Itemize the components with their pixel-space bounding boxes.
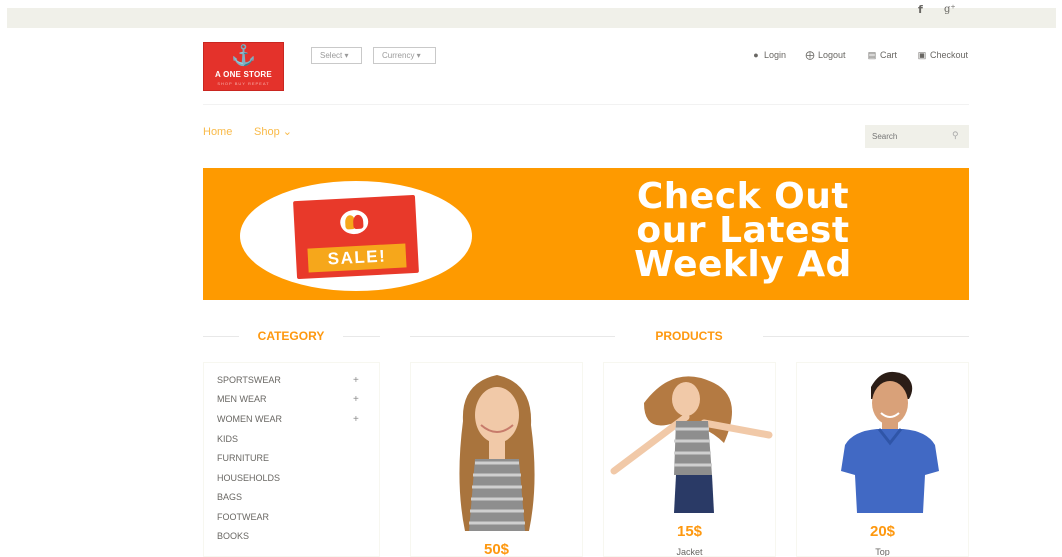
search-icon[interactable]: ⚲: [952, 130, 959, 141]
checkout-label: Checkout: [930, 50, 969, 60]
category-line-right: [343, 336, 380, 337]
headline-line-3: Weekly Ad: [634, 244, 852, 285]
google-plus-icon[interactable]: g⁺: [944, 0, 956, 20]
product-name: Top: [875, 547, 890, 557]
products-heading: PRODUCTS: [655, 329, 723, 343]
logout-label: Logout: [818, 50, 846, 60]
banner-headline: Check Out our Latest Weekly Ad: [533, 176, 953, 285]
category-kids[interactable]: KIDS: [217, 433, 238, 445]
product-card[interactable]: 50$: [410, 362, 583, 557]
product-price: 50$: [483, 541, 510, 557]
category-households[interactable]: HOUSEHOLDS: [217, 472, 280, 484]
headline-line-1: Check Out: [636, 176, 850, 217]
category-furniture[interactable]: FURNITURE: [217, 452, 269, 464]
anchor-icon: ⚓: [231, 45, 256, 67]
nav-home[interactable]: Home: [203, 125, 232, 139]
facebook-icon[interactable]: f: [918, 0, 923, 20]
product-image: [411, 363, 582, 531]
top-social-bar: [7, 8, 1056, 28]
expand-plus-icon[interactable]: +: [353, 394, 359, 406]
sale-label: SALE!: [307, 243, 407, 273]
cart-link[interactable]: ▤ Cart: [867, 48, 897, 62]
weekly-ad-banner[interactable]: SALE! Check Out our Latest Weekly Ad: [203, 168, 969, 300]
products-line-right: [763, 336, 969, 337]
checkout-link[interactable]: ▣ Checkout: [917, 48, 968, 62]
products-line-left: [410, 336, 615, 337]
currency-dropdown[interactable]: Currency ▾: [373, 47, 436, 64]
select-dropdown[interactable]: Select ▾: [311, 47, 362, 64]
login-label: Login: [764, 50, 787, 60]
category-women-wear[interactable]: WOMEN WEAR: [217, 413, 282, 425]
product-card[interactable]: 15$ Jacket: [603, 362, 776, 557]
product-name: Jacket: [676, 547, 703, 557]
product-image: [604, 363, 775, 513]
product-price: 20$: [869, 523, 896, 540]
category-footwear[interactable]: FOOTWEAR: [217, 511, 269, 523]
category-bags[interactable]: BAGS: [217, 491, 242, 503]
header-divider: [203, 104, 969, 105]
cart-label: Cart: [880, 50, 898, 60]
expand-plus-icon[interactable]: +: [353, 414, 359, 426]
category-line-left: [203, 336, 239, 337]
user-icon: ●: [753, 50, 759, 60]
lock-icon: ▣: [917, 50, 927, 60]
logo-tagline: SHOP BUY REPEAT: [217, 81, 270, 86]
headline-line-2: our Latest: [636, 210, 850, 251]
login-link[interactable]: ● Login: [751, 48, 786, 62]
logout-link[interactable]: ⨁ Logout: [805, 48, 846, 62]
category-books[interactable]: BOOKS: [217, 530, 249, 542]
shoppers-icon: [339, 209, 369, 235]
category-heading: CATEGORY: [257, 329, 325, 343]
category-sportswear[interactable]: SPORTSWEAR: [217, 374, 281, 386]
category-men-wear[interactable]: MEN WEAR: [217, 393, 267, 405]
nav-shop[interactable]: Shop ⌄: [254, 125, 292, 139]
product-price: 15$: [676, 523, 703, 540]
product-card[interactable]: 20$ Top: [796, 362, 969, 557]
crosshair-icon: ⨁: [805, 50, 815, 60]
cart-icon: ▤: [867, 50, 877, 60]
product-image: [797, 363, 968, 513]
expand-plus-icon[interactable]: +: [353, 375, 359, 387]
logo-name: A ONE STORE: [215, 70, 272, 79]
store-logo[interactable]: ⚓ A ONE STORE SHOP BUY REPEAT: [203, 42, 284, 91]
